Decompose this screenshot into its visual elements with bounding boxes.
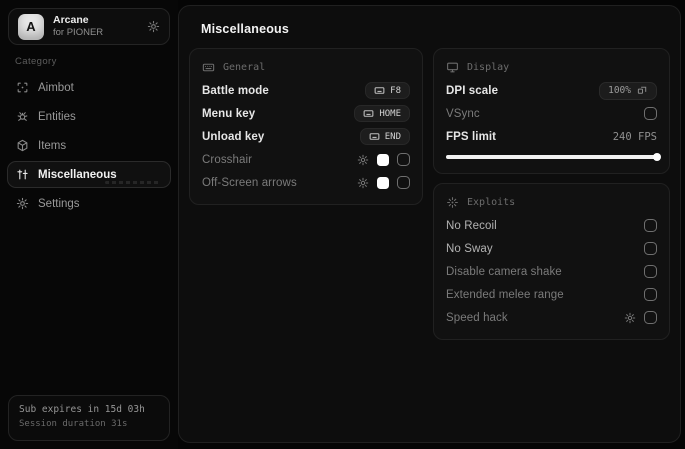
speed-hack-checkbox[interactable] xyxy=(644,311,657,324)
general-card: General Battle mode F8 Menu key HOME Unl… xyxy=(189,48,424,205)
offscreen-arrows-checkbox[interactable] xyxy=(397,176,411,189)
entities-bug-icon xyxy=(16,110,29,123)
setting-row-no-sway: No Sway xyxy=(446,237,657,260)
aimbot-crosshair-icon xyxy=(16,81,29,94)
crosshair-color-swatch[interactable] xyxy=(377,153,390,166)
no-recoil-checkbox[interactable] xyxy=(644,219,657,232)
keybind-button-unload-key[interactable]: END xyxy=(359,128,411,145)
exploits-card-title: Exploits xyxy=(467,197,516,208)
sidebar-item-label: Aimbot xyxy=(38,81,74,94)
setting-label: Crosshair xyxy=(202,153,253,166)
fps-limit-value: 240 FPS xyxy=(612,130,657,143)
gear-icon[interactable] xyxy=(357,177,369,189)
fps-limit-slider[interactable] xyxy=(446,153,661,161)
sidebar-item-items[interactable]: Items xyxy=(7,132,171,159)
setting-row-dpi-scale: DPI scale 100% xyxy=(446,79,657,102)
app-subtitle: for PIONER xyxy=(53,27,104,39)
keyboard-icon xyxy=(369,131,380,142)
setting-row-unload-key: Unload key END xyxy=(202,125,411,148)
sidebar-nav: Aimbot Entities Items Miscellaneous Sett… xyxy=(0,73,178,218)
setting-label: DPI scale xyxy=(446,84,499,97)
sidebar-item-entities[interactable]: Entities xyxy=(7,103,171,130)
session-duration-text: Session duration 31s xyxy=(19,419,128,430)
setting-label: No Recoil xyxy=(446,219,497,232)
sidebar-item-label: Miscellaneous xyxy=(38,168,117,181)
no-sway-checkbox[interactable] xyxy=(644,242,657,255)
display-card-title: Display xyxy=(467,62,510,73)
sliders-icon xyxy=(16,168,29,181)
gear-icon[interactable] xyxy=(147,20,160,33)
keyboard-icon xyxy=(202,61,215,74)
sidebar-item-miscellaneous[interactable]: Miscellaneous xyxy=(7,161,171,188)
setting-row-menu-key: Menu key HOME xyxy=(202,102,411,125)
fps-slider-fill xyxy=(446,155,657,159)
dpi-scale-value: 100% xyxy=(608,85,631,96)
keybind-button-battle-mode[interactable]: F8 xyxy=(365,82,411,99)
app-logo: A xyxy=(18,13,44,40)
setting-label: Unload key xyxy=(202,130,265,143)
monitor-icon xyxy=(446,61,459,74)
setting-label: FPS limit xyxy=(446,130,497,143)
fps-slider-knob[interactable] xyxy=(653,153,661,161)
gear-icon xyxy=(16,197,29,210)
display-card: Display DPI scale 100% VSync FPS limit 2… xyxy=(433,48,670,174)
active-item-dash-decoration xyxy=(105,181,161,184)
app-header: A Arcane for PIONER xyxy=(8,8,170,45)
items-box-icon xyxy=(16,139,29,152)
exploits-card: Exploits No Recoil No Sway Disable camer… xyxy=(433,183,670,340)
setting-row-battle-mode: Battle mode F8 xyxy=(202,79,411,102)
sidebar: A Arcane for PIONER Category Aimbot Enti… xyxy=(0,0,178,449)
extended-melee-range-checkbox[interactable] xyxy=(644,288,657,301)
setting-label: Menu key xyxy=(202,107,256,120)
crosshair-checkbox[interactable] xyxy=(397,153,411,166)
select-boxes-icon xyxy=(637,85,648,96)
setting-row-crosshair: Crosshair xyxy=(202,148,411,171)
dpi-scale-select[interactable]: 100% xyxy=(599,81,657,100)
sidebar-item-aimbot[interactable]: Aimbot xyxy=(7,74,171,101)
keyboard-icon xyxy=(374,85,385,96)
setting-row-fps-limit: FPS limit 240 FPS xyxy=(446,125,657,148)
sidebar-item-label: Entities xyxy=(38,110,76,123)
offscreen-arrows-color-swatch[interactable] xyxy=(377,176,390,189)
sub-expiry-text: Sub expires in 15d 03h xyxy=(19,404,145,416)
keybind-button-menu-key[interactable]: HOME xyxy=(354,105,411,122)
general-card-title: General xyxy=(223,62,266,73)
setting-row-vsync: VSync xyxy=(446,102,657,125)
gear-icon[interactable] xyxy=(357,154,369,166)
setting-label: No Sway xyxy=(446,242,493,255)
setting-row-extended-melee-range: Extended melee range xyxy=(446,283,657,306)
setting-row-speed-hack: Speed hack xyxy=(446,306,657,329)
setting-label: Extended melee range xyxy=(446,288,564,301)
sidebar-item-settings[interactable]: Settings xyxy=(7,190,171,217)
setting-label: VSync xyxy=(446,107,480,120)
app-name: Arcane xyxy=(53,14,89,26)
vsync-checkbox[interactable] xyxy=(644,107,657,120)
setting-row-no-recoil: No Recoil xyxy=(446,214,657,237)
burst-icon xyxy=(446,196,459,209)
sidebar-item-label: Settings xyxy=(38,197,80,210)
setting-row-disable-camera-shake: Disable camera shake xyxy=(446,260,657,283)
page-title: Miscellaneous xyxy=(201,22,290,36)
setting-label: Off-Screen arrows xyxy=(202,176,297,189)
setting-label: Speed hack xyxy=(446,311,508,324)
main-panel: Miscellaneous General Battle mode F8 Men… xyxy=(178,5,681,443)
category-label: Category xyxy=(15,56,57,67)
setting-label: Battle mode xyxy=(202,84,269,97)
setting-label: Disable camera shake xyxy=(446,265,562,278)
keyboard-icon xyxy=(363,108,374,119)
subscription-info: Sub expires in 15d 03h Session duration … xyxy=(8,395,170,441)
gear-icon[interactable] xyxy=(624,312,636,324)
disable-camera-shake-checkbox[interactable] xyxy=(644,265,657,278)
sidebar-item-label: Items xyxy=(38,139,67,152)
setting-row-offscreen-arrows: Off-Screen arrows xyxy=(202,171,411,194)
